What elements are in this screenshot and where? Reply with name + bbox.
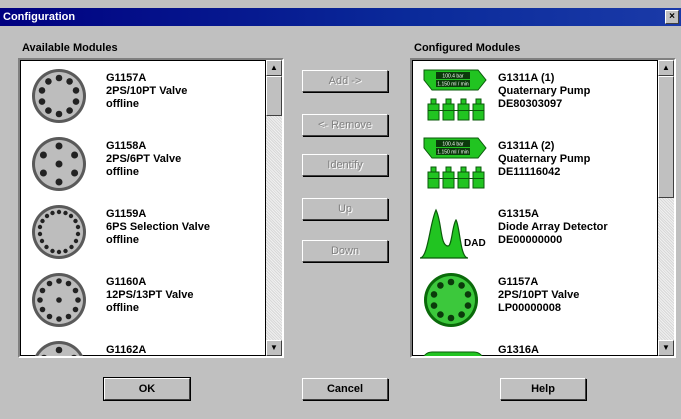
valve-10-port-green-icon xyxy=(424,273,478,327)
module-status: offline xyxy=(106,98,139,110)
available-scrollbar[interactable]: ▲ ▼ xyxy=(266,60,282,356)
selection-valve-icon xyxy=(32,205,86,259)
module-name: Quaternary Pump xyxy=(498,153,591,165)
quaternary-pump-icon: 100.4 bar 1.150 ml / min xyxy=(423,137,487,189)
module-name: Diode Array Detector xyxy=(498,221,608,233)
ok-button[interactable]: OK xyxy=(103,377,191,401)
configured-modules-label: Configured Modules xyxy=(414,42,521,54)
configured-item-g1157a[interactable]: G1157A 2PS/10PT Valve LP00000008 xyxy=(412,266,652,334)
configuration-dialog: Configuration × Available Modules G1157A… xyxy=(0,0,681,419)
available-list-viewport: G1157A 2PS/10PT Valve offline G1158A 2PS… xyxy=(20,60,266,356)
module-id: G1159A xyxy=(106,208,147,220)
module-text: G1159A 6PS Selection Valve offline xyxy=(106,208,210,247)
help-button[interactable]: Help xyxy=(500,378,586,400)
configured-list-viewport: 100.4 bar 1.150 ml / min G1311A (1) Quat… xyxy=(412,60,658,356)
module-text: G1158A 2PS/6PT Valve offline xyxy=(106,140,181,179)
configured-item-g1315a[interactable]: DAD G1315A Diode Array Detector DE000000… xyxy=(412,198,652,266)
valve-icon xyxy=(34,341,84,356)
module-id: G1315A xyxy=(498,208,539,220)
scroll-down-button[interactable]: ▼ xyxy=(266,340,282,356)
scroll-up-button[interactable]: ▲ xyxy=(266,60,282,76)
cancel-button[interactable]: Cancel xyxy=(302,378,388,400)
module-id: G1311A (1) xyxy=(498,72,555,84)
module-name: 2PS/10PT Valve xyxy=(498,289,580,301)
module-name: 6PS Selection Valve xyxy=(106,221,210,233)
module-name: 2PS/6PT Valve xyxy=(106,153,182,165)
configured-modules-list[interactable]: 100.4 bar 1.150 ml / min G1311A (1) Quat… xyxy=(410,58,676,358)
module-name: 12PS/13PT Valve xyxy=(106,289,194,301)
valve-6-port-icon xyxy=(32,137,86,191)
module-text: G1311A (2) Quaternary Pump DE11116042 xyxy=(498,140,590,179)
quaternary-pump-icon: 100.4 bar 1.150 ml / min xyxy=(423,69,487,121)
pump-pressure-text: 100.4 bar xyxy=(442,74,463,80)
valve-10-port-icon xyxy=(32,69,86,123)
module-id: G1157A xyxy=(106,72,147,84)
configured-item-g1316a[interactable]: G1316A xyxy=(412,334,652,356)
module-id: G1162A xyxy=(106,344,147,356)
down-button[interactable]: Down xyxy=(302,240,388,262)
module-text: G1311A (1) Quaternary Pump DE80303097 xyxy=(498,72,590,111)
available-item-g1157a[interactable]: G1157A 2PS/10PT Valve offline xyxy=(20,62,260,130)
available-item-g1159a[interactable]: G1159A 6PS Selection Valve offline xyxy=(20,198,260,266)
module-text: G1162A xyxy=(106,344,147,356)
add-button[interactable]: Add -> xyxy=(302,70,388,92)
configured-scrollbar[interactable]: ▲ ▼ xyxy=(658,60,674,356)
configured-item-g1311a-2[interactable]: 100.4 bar 1.150 ml / min G1311A (2) Quat… xyxy=(412,130,652,198)
module-status: offline xyxy=(106,234,139,246)
available-item-g1158a[interactable]: G1158A 2PS/6PT Valve offline xyxy=(20,130,260,198)
pump-pressure-text: 100.4 bar xyxy=(442,142,463,148)
pump-flow-text: 1.150 ml / min xyxy=(437,82,469,88)
module-text: G1157A 2PS/10PT Valve LP00000008 xyxy=(498,276,579,315)
module-serial: LP00000008 xyxy=(498,302,561,314)
module-id: G1158A xyxy=(106,140,147,152)
identify-button[interactable]: Identify xyxy=(302,154,388,176)
diode-array-detector-icon: DAD xyxy=(419,208,486,259)
pump-flow-text: 1.150 ml / min xyxy=(437,150,469,156)
scroll-down-button[interactable]: ▼ xyxy=(658,340,674,356)
scroll-thumb[interactable] xyxy=(658,76,674,198)
remove-button[interactable]: <- Remove xyxy=(302,114,388,136)
title-bar[interactable]: Configuration × xyxy=(0,8,681,26)
module-icon xyxy=(423,351,483,356)
module-id: G1316A xyxy=(498,344,539,356)
window-title: Configuration xyxy=(3,11,76,23)
module-text: G1316A xyxy=(498,344,539,356)
module-name: 2PS/10PT Valve xyxy=(106,85,188,97)
module-serial: DE80303097 xyxy=(498,98,563,110)
configured-item-g1311a-1[interactable]: 100.4 bar 1.150 ml / min G1311A (1) Quat… xyxy=(412,62,652,130)
scroll-thumb[interactable] xyxy=(266,76,282,116)
close-button[interactable]: × xyxy=(665,10,679,24)
available-modules-label: Available Modules xyxy=(22,42,118,54)
dad-label: DAD xyxy=(464,238,486,249)
module-id: G1157A xyxy=(498,276,539,288)
module-status: offline xyxy=(106,166,139,178)
module-text: G1160A 12PS/13PT Valve offline xyxy=(106,276,193,315)
scroll-up-button[interactable]: ▲ xyxy=(658,60,674,76)
up-button[interactable]: Up xyxy=(302,198,388,220)
module-serial: DE11116042 xyxy=(498,166,561,178)
available-item-g1162a[interactable]: G1162A xyxy=(20,334,260,356)
module-id: G1160A xyxy=(106,276,147,288)
module-id: G1311A (2) xyxy=(498,140,555,152)
available-modules-list[interactable]: G1157A 2PS/10PT Valve offline G1158A 2PS… xyxy=(18,58,284,358)
module-text: G1157A 2PS/10PT Valve offline xyxy=(106,72,187,111)
valve-13-port-icon xyxy=(32,273,86,327)
module-name: Quaternary Pump xyxy=(498,85,591,97)
available-item-g1160a[interactable]: G1160A 12PS/13PT Valve offline xyxy=(20,266,260,334)
module-text: G1315A Diode Array Detector DE00000000 xyxy=(498,208,608,247)
module-serial: DE00000000 xyxy=(498,234,563,246)
module-status: offline xyxy=(106,302,139,314)
